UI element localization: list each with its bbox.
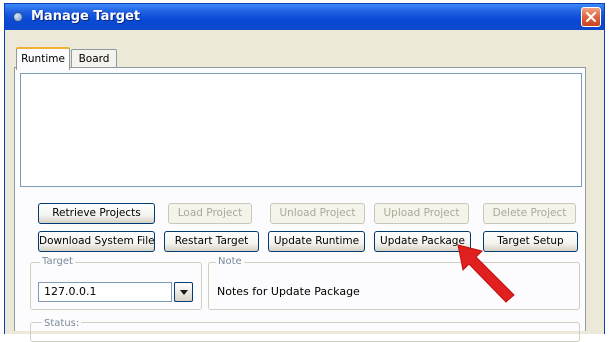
unload-project-button[interactable]: Unload Project [270, 203, 365, 224]
app-icon [13, 12, 23, 22]
retrieve-projects-button[interactable]: Retrieve Projects [38, 203, 155, 224]
delete-project-button[interactable]: Delete Project [483, 203, 576, 224]
tab-board[interactable]: Board [71, 49, 117, 69]
red-arrow-icon [457, 244, 515, 303]
window-title: Manage Target [31, 9, 141, 24]
close-icon [585, 11, 597, 23]
target-dropdown-button[interactable] [174, 282, 193, 302]
note-text: Notes for Update Package [217, 285, 360, 298]
tab-runtime[interactable]: Runtime [16, 47, 70, 70]
target-address-value: 127.0.0.1 [44, 285, 97, 298]
target-label: Target [40, 256, 75, 267]
upload-project-button[interactable]: Upload Project [374, 203, 469, 224]
update-runtime-button[interactable]: Update Runtime [268, 231, 365, 252]
tab-board-label: Board [78, 53, 110, 65]
title-bar[interactable]: Manage Target [5, 4, 604, 30]
status-group [30, 322, 580, 342]
load-project-button[interactable]: Load Project [168, 203, 252, 224]
status-label: Status: [42, 318, 82, 329]
restart-target-button[interactable]: Restart Target [164, 231, 259, 252]
tab-runtime-label: Runtime [21, 53, 65, 65]
download-system-files-button[interactable]: Download System Files [38, 231, 155, 252]
chevron-down-icon [180, 290, 188, 295]
close-button[interactable] [581, 7, 601, 27]
projects-list[interactable] [20, 73, 582, 187]
note-label: Note [216, 256, 244, 267]
target-address-input[interactable]: 127.0.0.1 [38, 282, 172, 302]
